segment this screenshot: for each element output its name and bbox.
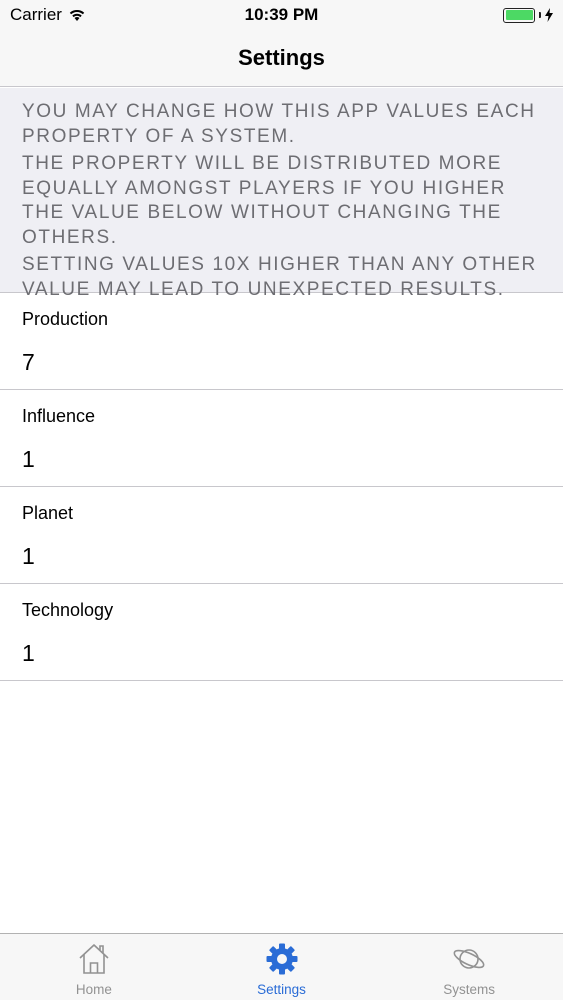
info-paragraph: YOU MAY CHANGE HOW THIS APP VALUES EACH … <box>22 101 536 147</box>
technology-value-field[interactable] <box>22 640 542 667</box>
setting-label: Technology <box>22 600 114 620</box>
planet-value-field[interactable] <box>22 543 542 570</box>
production-value-field[interactable] <box>22 349 542 376</box>
tab-settings[interactable]: Settings <box>188 934 376 1000</box>
settings-list: Production Influence Planet Technology <box>0 293 563 681</box>
setting-label: Influence <box>22 406 96 426</box>
battery-icon <box>503 7 535 23</box>
status-right <box>503 7 553 23</box>
wifi-icon <box>69 9 85 21</box>
influence-value-field[interactable] <box>22 446 542 473</box>
tab-home[interactable]: Home <box>0 934 188 1000</box>
setting-row-production: Production <box>0 293 563 390</box>
charging-bolt-icon <box>545 8 553 22</box>
battery-fill <box>505 10 533 20</box>
info-section: YOU MAY CHANGE HOW THIS APP VALUES EACH … <box>0 88 563 300</box>
tab-systems[interactable]: Systems <box>375 934 563 1000</box>
setting-row-influence: Influence <box>0 390 563 487</box>
setting-label: Production <box>22 309 109 329</box>
navigation-bar: Settings <box>0 30 563 87</box>
home-icon <box>79 944 109 974</box>
status-left: Carrier <box>10 5 86 25</box>
setting-label: Planet <box>22 503 74 523</box>
planet-icon <box>453 949 485 969</box>
tab-label: Settings <box>257 982 306 997</box>
tab-bar: Home Settings Systems <box>0 933 563 1000</box>
status-bar: Carrier 10:39 PM <box>0 0 563 30</box>
tab-label: Systems <box>443 982 496 997</box>
setting-row-technology: Technology <box>0 584 563 681</box>
setting-row-planet: Planet <box>0 487 563 584</box>
carrier-label: Carrier <box>10 5 62 24</box>
gear-icon <box>266 943 297 975</box>
info-paragraph: THE PROPERTY WILL BE DISTRIBUTED MORE EQ… <box>22 153 507 248</box>
page-title: Settings <box>238 45 325 70</box>
battery-tip <box>539 12 541 18</box>
tab-label: Home <box>75 982 112 997</box>
